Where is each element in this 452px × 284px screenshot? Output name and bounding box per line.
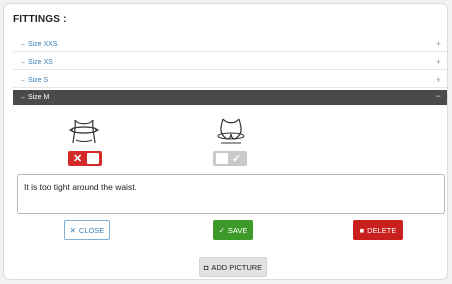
camera-icon: ◘ (203, 262, 209, 272)
save-label: SAVE (227, 225, 248, 235)
fittings-panel: FITTINGS : → Size XXS + → Size XS + → Si… (3, 3, 448, 280)
hips-fit-toggle[interactable]: ✓ (213, 151, 247, 166)
add-picture-button[interactable]: ◘ ADD PICTURE (199, 257, 267, 277)
section-title: FITTINGS : (13, 14, 67, 25)
toggle-knob (216, 153, 228, 164)
trash-icon: ■ (359, 225, 365, 235)
size-label: → Size XS (19, 59, 53, 66)
close-icon: ✕ (69, 225, 76, 235)
expand-icon[interactable]: + (436, 75, 441, 85)
size-row-xs[interactable]: → Size XS + (13, 55, 447, 70)
size-row-xxs[interactable]: → Size XXS + (13, 37, 447, 52)
check-icon: ✓ (232, 153, 242, 165)
fitting-comment-textarea[interactable]: It is too tight around the waist. (17, 174, 445, 214)
waist-measure-icon (69, 119, 99, 144)
x-icon: ✕ (73, 153, 83, 165)
add-picture-label: ADD PICTURE (211, 262, 263, 272)
size-label: → Size S (19, 77, 49, 84)
close-label: CLOSE (78, 225, 105, 235)
waist-fit-toggle[interactable]: ✕ (68, 151, 102, 166)
toggle-knob (87, 153, 99, 164)
size-row-m[interactable]: → Size M − (13, 90, 447, 105)
check-icon: ✓ (218, 225, 225, 235)
close-button[interactable]: ✕ CLOSE (64, 220, 110, 240)
delete-button[interactable]: ■ DELETE (353, 220, 403, 240)
size-label: → Size M (19, 94, 50, 101)
save-button[interactable]: ✓ SAVE (213, 220, 253, 240)
delete-label: DELETE (367, 225, 397, 235)
comment-text: It is too tight around the waist. (24, 182, 137, 192)
size-label: → Size XXS (19, 41, 58, 48)
expand-icon[interactable]: + (436, 39, 441, 49)
hips-measure-icon (217, 118, 245, 144)
size-row-s[interactable]: → Size S + (13, 73, 447, 88)
collapse-icon[interactable]: − (436, 91, 441, 101)
expand-icon[interactable]: + (436, 57, 441, 67)
